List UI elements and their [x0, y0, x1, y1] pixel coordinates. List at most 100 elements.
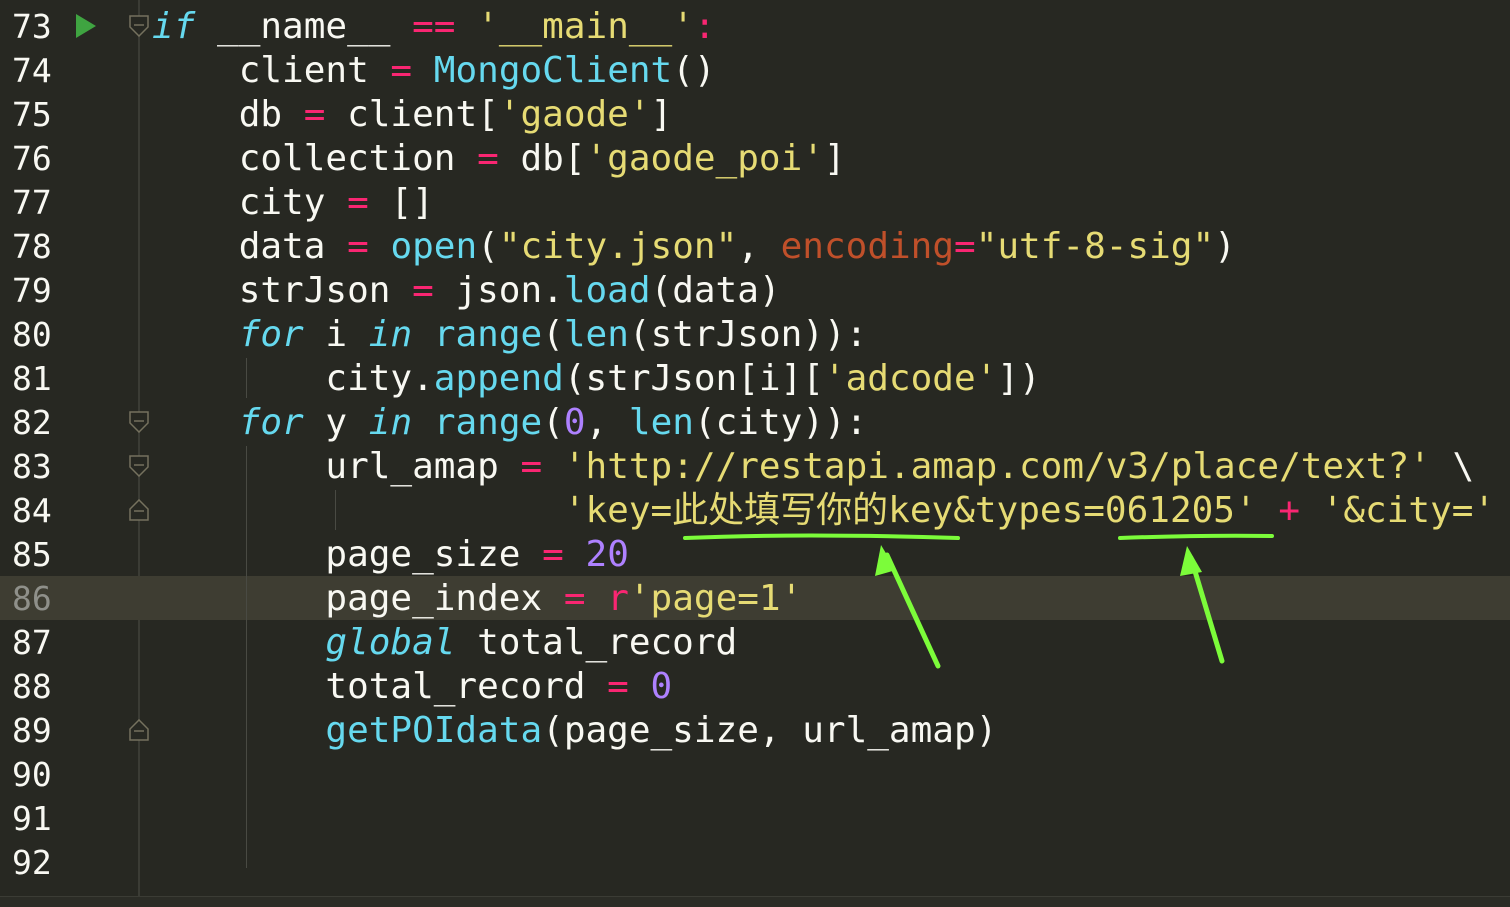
line-number[interactable]: 85 — [12, 532, 52, 576]
code-token: strJson — [152, 270, 413, 311]
code-text[interactable]: page_index = r'page=1' — [152, 576, 802, 620]
line-number[interactable]: 91 — [12, 796, 52, 840]
code-editor[interactable]: 73 if __name__ == '__main__': 74 client = … — [0, 0, 1510, 907]
code-line-91[interactable]: 91 — [0, 796, 1510, 840]
line-number[interactable]: 79 — [12, 268, 52, 312]
code-line-85[interactable]: 85 page_size = 20 — [0, 532, 1510, 576]
code-token: if — [152, 6, 196, 47]
line-number[interactable]: 77 — [12, 180, 52, 224]
code-token: 'key=此处填写你的key&types=061205' — [563, 490, 1257, 531]
code-line-86[interactable]: 86 page_index = r'page=1' — [0, 576, 1510, 620]
code-token: url_amap — [152, 446, 521, 487]
code-token: ] — [823, 138, 846, 179]
code-text[interactable]: data = open("city.json", encoding="utf-8… — [152, 224, 1236, 268]
line-number[interactable]: 88 — [12, 664, 52, 708]
code-text[interactable]: total_record = 0 — [152, 664, 672, 708]
line-number[interactable]: 76 — [12, 136, 52, 180]
code-token: db — [152, 94, 304, 135]
code-line-88[interactable]: 88 total_record = 0 — [0, 664, 1510, 708]
code-line-76[interactable]: 76 collection = db['gaode_poi'] — [0, 136, 1510, 180]
run-icon[interactable] — [76, 14, 96, 38]
code-text[interactable]: url_amap = 'http://restapi.amap.com/v3/p… — [152, 444, 1474, 488]
code-line-83[interactable]: 83 url_amap = 'http://restapi.amap.com/v… — [0, 444, 1510, 488]
code-line-79[interactable]: 79 strJson = json.load(data) — [0, 268, 1510, 312]
code-token: in — [368, 402, 413, 443]
code-text[interactable]: db = client['gaode'] — [152, 92, 673, 136]
code-token: 20 — [585, 534, 629, 575]
code-text[interactable]: getPOIdata(page_size, url_amap) — [152, 708, 997, 752]
code-token: encoding — [780, 226, 955, 267]
code-token: json. — [433, 270, 564, 311]
code-text[interactable]: global total_record — [152, 620, 737, 664]
code-token: = — [303, 94, 326, 135]
code-line-80[interactable]: 80 for i in range(len(strJson)): — [0, 312, 1510, 356]
code-line-82[interactable]: 82 for y in range(0, len(city)): — [0, 400, 1510, 444]
line-number[interactable]: 82 — [12, 400, 52, 444]
code-text[interactable]: for y in range(0, len(city)): — [152, 400, 868, 444]
code-text[interactable]: page_size = 20 — [152, 532, 629, 576]
fold-open-icon[interactable] — [129, 15, 149, 37]
code-text[interactable]: city.append(strJson[i]['adcode']) — [152, 356, 1040, 400]
line-number[interactable]: 87 — [12, 620, 52, 664]
code-token: == — [412, 6, 456, 47]
indent-guide — [246, 358, 247, 398]
line-number[interactable]: 83 — [12, 444, 52, 488]
indent-guide — [246, 446, 247, 868]
code-line-92[interactable]: 92 — [0, 840, 1510, 884]
code-token: , — [737, 226, 781, 267]
code-line-73[interactable]: 73 if __name__ == '__main__': — [0, 4, 1510, 48]
line-number[interactable]: 90 — [12, 752, 52, 796]
code-line-84[interactable]: 84 'key=此处填写你的key&types=061205' + '&city… — [0, 488, 1510, 532]
line-number[interactable]: 78 — [12, 224, 52, 268]
code-line-81[interactable]: 81 city.append(strJson[i]['adcode']) — [0, 356, 1510, 400]
code-token: "city.json" — [498, 226, 738, 267]
code-line-75[interactable]: 75 db = client['gaode'] — [0, 92, 1510, 136]
code-token: = — [520, 446, 543, 487]
line-number[interactable]: 86 — [12, 576, 52, 620]
fold-open-icon[interactable] — [129, 455, 149, 477]
code-token: i — [303, 314, 369, 355]
code-text[interactable]: city = [] — [152, 180, 434, 224]
code-line-89[interactable]: 89 getPOIdata(page_size, url_amap) — [0, 708, 1510, 752]
code-token: load — [563, 270, 651, 311]
indent-guide — [335, 490, 336, 530]
code-token: ) — [1214, 226, 1236, 267]
code-text[interactable]: if __name__ == '__main__': — [152, 4, 716, 48]
code-token: = — [954, 226, 976, 267]
code-token: city. — [152, 358, 434, 399]
code-line-77[interactable]: 77 city = [] — [0, 180, 1510, 224]
line-number[interactable]: 74 — [12, 48, 52, 92]
code-text[interactable]: 'key=此处填写你的key&types=061205' + '&city=' — [152, 488, 1495, 532]
code-token: db[ — [498, 138, 586, 179]
code-text[interactable]: collection = db['gaode_poi'] — [152, 136, 846, 180]
line-number[interactable]: 73 — [12, 4, 52, 48]
fold-open-icon[interactable] — [129, 411, 149, 433]
code-line-87[interactable]: 87 global total_record — [0, 620, 1510, 664]
code-text[interactable]: for i in range(len(strJson)): — [152, 312, 868, 356]
line-number[interactable]: 92 — [12, 840, 52, 884]
line-number[interactable]: 89 — [12, 708, 52, 752]
code-token: 'http://restapi.amap.com/v3/place/text?' — [563, 446, 1431, 487]
code-line-74[interactable]: 74 client = MongoClient() — [0, 48, 1510, 92]
code-token: 'page=1' — [628, 578, 803, 619]
fold-close-icon[interactable] — [129, 719, 149, 741]
line-number[interactable]: 80 — [12, 312, 52, 356]
fold-close-icon[interactable] — [129, 499, 149, 521]
line-number[interactable]: 84 — [12, 488, 52, 532]
line-number[interactable]: 81 — [12, 356, 52, 400]
code-token: len — [628, 402, 694, 443]
code-token: = — [347, 226, 369, 267]
code-text[interactable]: strJson = json.load(data) — [152, 268, 781, 312]
code-text[interactable]: client = MongoClient() — [152, 48, 716, 92]
code-line-90[interactable]: 90 — [0, 752, 1510, 796]
code-token: total_record — [455, 622, 738, 663]
line-number[interactable]: 75 — [12, 92, 52, 136]
code-token: client[ — [325, 94, 499, 135]
code-token: + — [1278, 490, 1301, 531]
code-line-78[interactable]: 78 data = open("city.json", encoding="ut… — [0, 224, 1510, 268]
